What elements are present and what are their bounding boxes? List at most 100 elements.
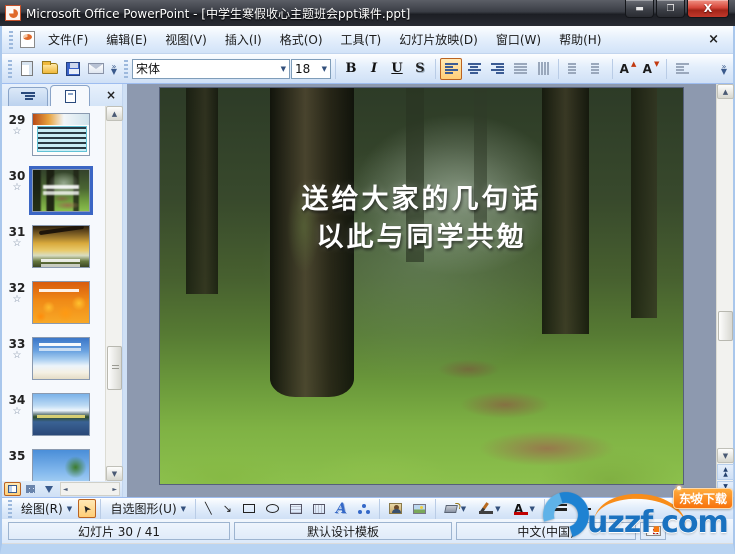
current-slide[interactable]: 送给大家的几句话 以此与同学共勉 [159,87,684,485]
font-name-select[interactable]: 宋体 ▼ [132,58,290,79]
numbered-list-button[interactable] [563,58,585,80]
scroll-down-button[interactable]: ▼ [106,466,123,481]
line-color-button[interactable]: ▼ [472,499,505,518]
slideshow-view-button[interactable] [40,482,57,496]
fill-color-button[interactable]: ▼ [440,499,471,518]
menu-help[interactable]: 帮助(H) [550,28,610,51]
menu-format[interactable]: 格式(O) [271,28,332,51]
scrollbar-thumb[interactable] [718,311,733,342]
slide-thumbnail[interactable] [32,393,90,436]
toolbar-options-button[interactable]: » ▼ [108,57,120,81]
arrow-icon: ↘ [222,502,232,515]
scroll-down-button[interactable]: ▼ [717,448,734,463]
tab-slides[interactable] [50,85,90,106]
italic-button[interactable]: I [363,58,385,80]
close-button[interactable]: X [687,0,729,18]
text-shadow-button[interactable]: S [409,58,431,80]
scroll-left-icon[interactable]: ◄ [63,486,68,493]
design-template-label[interactable]: 默认设计模板 [234,522,452,540]
dropdown-icon: ▼ [110,66,118,76]
fill-bucket-icon [443,504,458,513]
chevron-down-icon[interactable]: ▼ [277,65,286,73]
menu-insert[interactable]: 插入(I) [216,28,271,51]
animation-star-icon[interactable]: ☆ [13,239,22,249]
scroll-up-button[interactable]: ▲ [717,84,734,99]
align-center-button[interactable] [463,58,485,80]
font-size-select[interactable]: 18 ▼ [291,58,331,79]
horizontal-scrollbar[interactable]: ◄ ► [60,482,120,496]
restore-button[interactable]: ❐ [656,0,685,18]
align-left-button[interactable] [440,57,462,80]
save-button[interactable] [62,58,84,80]
menu-edit[interactable]: 编辑(E) [97,28,156,51]
slide-thumbnail[interactable] [32,225,90,268]
close-document-icon[interactable]: × [698,32,729,47]
new-file-button[interactable] [16,58,38,80]
slide-thumbnail[interactable] [32,281,90,324]
text-direction-button[interactable] [532,58,554,80]
toolbar-grip[interactable] [9,30,13,49]
animation-star-icon[interactable]: ☆ [13,295,22,305]
toolbar-grip[interactable] [124,59,128,78]
tab-outline[interactable] [8,87,48,106]
slide-thumbnail[interactable] [32,449,90,481]
distribute-text-button[interactable] [509,58,531,80]
line-tool-button[interactable]: ╲ [200,499,217,518]
menu-window[interactable]: 窗口(W) [487,28,550,51]
bold-button[interactable]: B [340,58,362,80]
previous-slide-button[interactable]: ▲ ▲ [717,464,734,480]
separator [195,498,197,519]
main-scrollbar[interactable]: ▲ ▼ ▲ ▲ ▼ ▼ [716,84,734,497]
decrease-indent-button[interactable] [671,58,693,80]
wordart-button[interactable]: A [331,499,352,518]
menu-slideshow[interactable]: 幻灯片放映(D) [390,28,487,51]
slide-sorter-view-button[interactable] [22,482,39,496]
textbox-tool-button[interactable] [285,499,307,518]
close-pane-icon[interactable]: × [106,88,116,102]
slides-tab-icon [64,89,76,103]
minimize-button[interactable]: ▬ [625,0,654,18]
pane-scrollbar[interactable]: ▲ ▼ [105,106,123,481]
align-right-button[interactable] [486,58,508,80]
select-objects-button[interactable]: ➤ [78,499,97,518]
rectangle-tool-button[interactable] [238,499,260,518]
slide-thumbnail[interactable] [32,337,90,380]
menu-file[interactable]: 文件(F) [39,28,97,51]
animation-star-icon[interactable]: ☆ [13,351,22,361]
vertical-textbox-button[interactable] [308,499,330,518]
font-color-button[interactable]: A ▼ [507,499,540,518]
insert-picture-button[interactable] [408,499,431,518]
animation-star-icon[interactable]: ☆ [13,407,22,417]
decrease-font-button[interactable]: A ▼ [640,58,662,80]
chevron-down-icon[interactable]: ▼ [318,65,327,73]
normal-view-button[interactable] [4,482,21,496]
menu-view[interactable]: 视图(V) [156,28,216,51]
sparkle-icon [677,486,681,490]
slide-title-text[interactable]: 送给大家的几句话 以此与同学共勉 [160,181,683,257]
open-folder-icon [42,61,58,74]
oval-tool-button[interactable] [261,499,284,518]
slide-text-line1: 送给大家的几句话 [301,184,542,215]
scroll-up-button[interactable]: ▲ [106,106,123,121]
animation-star-icon[interactable]: ☆ [13,127,22,137]
arrow-tool-button[interactable]: ↘ [218,499,237,518]
draw-menu-button[interactable]: 绘图(R) ▼ [16,499,77,518]
scroll-right-icon[interactable]: ► [112,486,117,493]
underline-button[interactable]: U [386,58,408,80]
bullet-list-button[interactable] [586,58,608,80]
diagram-button[interactable] [353,499,375,518]
animation-star-icon[interactable]: ☆ [13,183,22,193]
slide-thumbnail[interactable] [32,113,90,156]
clipart-button[interactable] [384,499,407,518]
mail-recipient-button[interactable] [85,58,107,80]
menu-tools[interactable]: 工具(T) [332,28,391,51]
bullet-list-icon [590,63,604,74]
scrollbar-thumb[interactable] [107,346,122,390]
increase-font-button[interactable]: A ▲ [617,58,639,80]
toolbar-grip[interactable] [8,59,12,78]
slide-thumbnail-selected[interactable] [29,166,93,215]
autoshapes-menu-button[interactable]: 自选图形(U) ▼ [105,499,191,518]
toolbar-options-button[interactable]: » ▼ [718,57,730,81]
toolbar-grip[interactable] [8,499,12,518]
open-file-button[interactable] [39,58,61,80]
